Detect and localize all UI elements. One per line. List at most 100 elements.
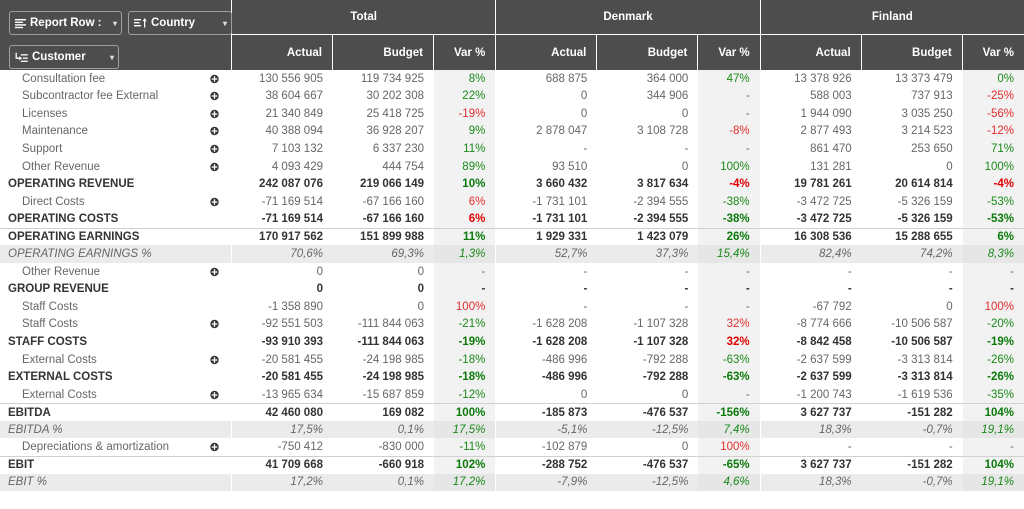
cell-total-var-pct[interactable]: 6% <box>434 210 496 228</box>
cell-finland-budget[interactable]: - <box>861 263 963 281</box>
cell-denmark-actual[interactable]: - <box>496 280 598 299</box>
cell-total-actual[interactable]: 38 604 667 <box>232 87 333 106</box>
table-row[interactable]: EBIT % 17,2% 0,1% 17,2% -7,9% -12,5% 4,6% 18,3%… <box>0 473 1024 492</box>
expand-plus-icon[interactable] <box>210 443 219 452</box>
cell-finland-var-pct[interactable]: -20% <box>962 315 1024 334</box>
cell-total-var-pct[interactable]: 6% <box>434 192 496 211</box>
cell-finland-budget[interactable]: 737 913 <box>861 87 963 106</box>
cell-finland-budget[interactable]: 253 650 <box>861 140 963 158</box>
expand-plus-icon[interactable] <box>210 355 219 364</box>
cell-denmark-actual[interactable]: -1 731 101 <box>496 210 598 228</box>
cell-denmark-actual[interactable]: -102 879 <box>496 438 598 457</box>
cell-finland-actual[interactable]: 18,3% <box>760 420 862 439</box>
cell-total-budget[interactable]: -15 687 859 <box>333 385 434 404</box>
table-row[interactable]: OPERATING EARNINGS 170 917 562 151 899 988… <box>0 227 1024 246</box>
measure-header-actual[interactable]: Actual <box>496 35 598 70</box>
cell-finland-actual[interactable]: 18,3% <box>760 473 862 492</box>
cell-finland-actual[interactable]: -3 472 725 <box>760 192 862 211</box>
cell-denmark-actual[interactable]: -1 628 208 <box>496 315 598 334</box>
row-label[interactable]: Direct Costs <box>0 192 232 211</box>
cell-total-actual[interactable]: -71 169 514 <box>232 192 333 211</box>
cell-denmark-var-pct[interactable]: -156% <box>698 404 760 421</box>
cell-total-budget[interactable]: 0,1% <box>333 420 434 439</box>
dimension-button-report-row[interactable]: Report Row : ▾ <box>9 11 122 35</box>
cell-total-budget[interactable]: 69,3% <box>333 245 434 264</box>
measure-header-actual[interactable]: Actual <box>232 35 333 70</box>
cell-total-var-pct[interactable]: 102% <box>434 457 496 474</box>
cell-total-var-pct[interactable]: 17,2% <box>434 473 496 492</box>
cell-finland-budget[interactable]: -1 619 536 <box>861 385 963 404</box>
cell-denmark-budget[interactable]: -476 537 <box>597 457 699 474</box>
cell-denmark-budget[interactable]: -12,5% <box>597 473 699 492</box>
cell-total-var-pct[interactable]: -18% <box>434 368 496 386</box>
cell-finland-var-pct[interactable]: 104% <box>962 457 1024 474</box>
expand-plus-icon[interactable] <box>210 390 219 399</box>
chevron-down-icon[interactable]: ▾ <box>215 19 227 28</box>
cell-total-actual[interactable]: 21 340 849 <box>232 105 333 123</box>
cell-finland-budget[interactable]: -3 313 814 <box>861 368 963 386</box>
cell-denmark-var-pct[interactable]: - <box>698 298 760 316</box>
cell-finland-budget[interactable]: 3 214 523 <box>861 122 963 141</box>
row-label[interactable]: OPERATING COSTS <box>0 210 232 228</box>
cell-denmark-budget[interactable]: 1 423 079 <box>597 228 699 246</box>
cell-finland-budget[interactable]: -10 506 587 <box>861 333 963 351</box>
expand-plus-icon[interactable] <box>210 267 219 276</box>
cell-finland-var-pct[interactable]: 71% <box>962 140 1024 158</box>
cell-total-budget[interactable]: -67 166 160 <box>333 210 434 228</box>
cell-total-budget[interactable]: 0 <box>333 263 434 281</box>
cell-finland-var-pct[interactable]: -19% <box>962 333 1024 351</box>
cell-denmark-actual[interactable]: -5,1% <box>496 420 598 439</box>
cell-finland-actual[interactable]: 82,4% <box>760 245 862 264</box>
cell-denmark-actual[interactable]: 688 875 <box>496 70 598 88</box>
cell-denmark-budget[interactable]: - <box>597 263 699 281</box>
cell-total-actual[interactable]: -750 412 <box>232 438 333 457</box>
cell-finland-var-pct[interactable]: -12% <box>962 122 1024 141</box>
measure-header-budget[interactable]: Budget <box>597 35 699 70</box>
cell-denmark-var-pct[interactable]: 32% <box>698 315 760 334</box>
cell-denmark-actual[interactable]: -185 873 <box>496 404 598 421</box>
row-label[interactable]: Staff Costs <box>0 315 232 334</box>
cell-denmark-budget[interactable]: -476 537 <box>597 404 699 421</box>
dimension-button-customer[interactable]: Customer ▾ <box>9 45 119 69</box>
cell-total-actual[interactable]: 4 093 429 <box>232 157 333 176</box>
row-label[interactable]: OPERATING EARNINGS % <box>0 245 232 264</box>
cell-denmark-budget[interactable]: 0 <box>597 157 699 176</box>
expand-plus-icon[interactable] <box>210 109 219 119</box>
cell-denmark-var-pct[interactable]: - <box>698 385 760 404</box>
cell-finland-budget[interactable]: 20 614 814 <box>861 175 963 193</box>
cell-finland-actual[interactable]: 2 877 493 <box>760 122 862 141</box>
cell-total-budget[interactable]: 444 754 <box>333 157 434 176</box>
cell-denmark-var-pct[interactable]: -8% <box>698 122 760 141</box>
cell-total-var-pct[interactable]: -12% <box>434 385 496 404</box>
cell-finland-actual[interactable]: 19 781 261 <box>760 175 862 193</box>
cell-finland-budget[interactable]: 3 035 250 <box>861 105 963 123</box>
cell-denmark-budget[interactable]: - <box>597 298 699 316</box>
measure-header-var[interactable]: Var % <box>963 35 1024 70</box>
row-label[interactable]: Staff Costs <box>0 298 232 316</box>
table-row[interactable]: EBITDA 42 460 080 169 082 100% -185 873 -476 … <box>0 403 1024 421</box>
dimension-button-country[interactable]: Country ▾ <box>128 11 232 35</box>
expand-plus-icon[interactable] <box>210 162 219 171</box>
cell-finland-var-pct[interactable]: -26% <box>962 350 1024 369</box>
cell-finland-actual[interactable]: 1 944 090 <box>760 105 862 123</box>
cell-finland-budget[interactable]: 13 373 479 <box>861 70 963 88</box>
cell-finland-actual[interactable]: -8 774 666 <box>760 315 862 334</box>
cell-total-var-pct[interactable]: 11% <box>434 140 496 158</box>
cell-total-budget[interactable]: 151 899 988 <box>333 228 434 246</box>
cell-total-var-pct[interactable]: -19% <box>434 333 496 351</box>
row-label[interactable]: OPERATING EARNINGS <box>0 228 232 246</box>
cell-finland-budget[interactable]: - <box>861 280 963 299</box>
cell-finland-actual[interactable]: - <box>760 280 862 299</box>
table-row[interactable]: Staff Costs -1 358 890 0 100% - - - -67 792 0 100… <box>0 298 1024 316</box>
cell-denmark-budget[interactable]: - <box>597 280 699 299</box>
cell-finland-var-pct[interactable]: -4% <box>962 175 1024 193</box>
row-label[interactable]: Other Revenue <box>0 157 232 176</box>
cell-total-actual[interactable]: 170 917 562 <box>232 228 333 246</box>
cell-finland-actual[interactable]: 131 281 <box>760 157 862 176</box>
cell-denmark-actual[interactable]: 1 929 331 <box>496 228 598 246</box>
cell-finland-var-pct[interactable]: - <box>962 263 1024 281</box>
cell-finland-budget[interactable]: -5 326 159 <box>861 192 963 211</box>
cell-total-var-pct[interactable]: 11% <box>434 228 496 246</box>
cell-denmark-budget[interactable]: 0 <box>597 385 699 404</box>
cell-total-actual[interactable]: 0 <box>232 280 333 299</box>
